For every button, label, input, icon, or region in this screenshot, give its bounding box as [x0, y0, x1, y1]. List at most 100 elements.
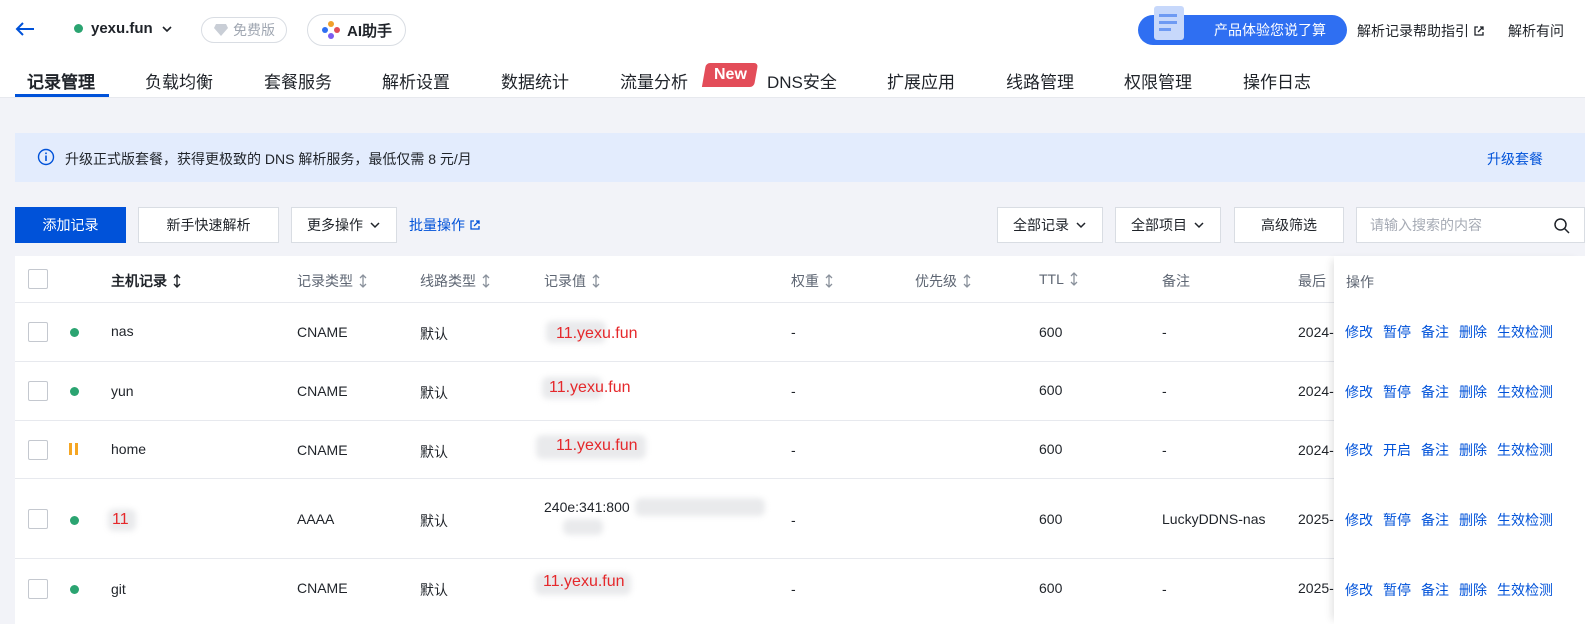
tab-operation-log[interactable]: 操作日志: [1243, 68, 1311, 93]
remark-link[interactable]: 备注: [1421, 440, 1449, 460]
ai-sparkle-icon: [321, 21, 340, 39]
check-link[interactable]: 生效检测: [1497, 382, 1553, 402]
remark-link[interactable]: 备注: [1421, 580, 1449, 600]
column-operations: 操作: [1346, 274, 1374, 290]
tab-packages[interactable]: 套餐服务: [264, 68, 332, 93]
edit-link[interactable]: 修改: [1345, 382, 1373, 402]
delete-link[interactable]: 删除: [1459, 580, 1487, 600]
check-link[interactable]: 生效检测: [1497, 440, 1553, 460]
edit-link[interactable]: 修改: [1345, 440, 1373, 460]
batch-actions-link[interactable]: 批量操作: [409, 215, 481, 235]
row-checkbox[interactable]: [28, 440, 48, 460]
row-checkbox[interactable]: [28, 509, 48, 529]
feedback-promo-button[interactable]: 产品体验您说了算: [1138, 6, 1347, 45]
tab-dns-security[interactable]: DNS安全: [767, 68, 837, 93]
column-last-modified: 最后: [1298, 273, 1326, 289]
delete-link[interactable]: 删除: [1459, 440, 1487, 460]
edit-link[interactable]: 修改: [1345, 580, 1373, 600]
plan-badge-label: 免费版: [233, 22, 275, 38]
remark-cell: LuckyDDNS-nas: [1162, 511, 1266, 527]
plan-badge: 免费版: [201, 17, 287, 43]
column-priority[interactable]: 优先级: [915, 271, 971, 291]
delete-link[interactable]: 删除: [1459, 510, 1487, 530]
last-modified-cell: 2024-: [1298, 442, 1334, 458]
check-link[interactable]: 生效检测: [1497, 510, 1553, 530]
new-badge-label: New: [713, 66, 747, 83]
tab-permissions[interactable]: 权限管理: [1124, 68, 1192, 93]
tab-records[interactable]: 记录管理: [27, 68, 95, 93]
row-actions: 修改 暂停 备注 删除 生效检测: [1345, 580, 1553, 600]
delete-link[interactable]: 删除: [1459, 382, 1487, 402]
tab-parse-settings[interactable]: 解析设置: [382, 68, 450, 93]
delete-link[interactable]: 删除: [1459, 322, 1487, 342]
column-priority-label: 优先级: [915, 273, 957, 289]
pause-link[interactable]: 暂停: [1383, 322, 1411, 342]
tab-load-balance[interactable]: 负载均衡: [145, 68, 213, 93]
upgrade-plan-link[interactable]: 升级套餐: [1487, 149, 1543, 169]
record-filter-label: 全部记录: [1013, 217, 1069, 233]
column-type[interactable]: 记录类型: [297, 271, 367, 291]
project-filter-dropdown[interactable]: 全部项目: [1115, 207, 1221, 243]
value-cell: 11.yexu.fun: [549, 379, 631, 396]
record-filter-dropdown[interactable]: 全部记录: [997, 207, 1103, 243]
tab-traffic-analysis[interactable]: 流量分析: [620, 68, 688, 93]
remark-link[interactable]: 备注: [1421, 382, 1449, 402]
row-checkbox[interactable]: [28, 381, 48, 401]
more-actions-dropdown[interactable]: 更多操作: [291, 207, 397, 243]
domain-selector[interactable]: yexu.fun: [74, 20, 173, 37]
select-all-checkbox[interactable]: [28, 269, 48, 289]
upgrade-notice: 升级正式版套餐，获得更极致的 DNS 解析服务，最低仅需 8 元/月 升级套餐: [15, 133, 1585, 182]
pause-link[interactable]: 暂停: [1383, 580, 1411, 600]
pause-link[interactable]: 暂停: [1383, 382, 1411, 402]
column-line[interactable]: 线路类型: [420, 271, 490, 291]
column-weight[interactable]: 权重: [791, 271, 833, 291]
back-arrow-icon[interactable]: [14, 18, 36, 40]
column-line-label: 线路类型: [420, 273, 476, 289]
help-guide-link[interactable]: 解析记录帮助指引: [1357, 21, 1485, 41]
value-cell: 11.yexu.fun: [556, 437, 638, 454]
last-modified-cell: 2025-: [1298, 580, 1334, 596]
new-badge: New: [701, 63, 759, 87]
weight-cell: -: [791, 512, 796, 528]
edit-link[interactable]: 修改: [1345, 322, 1373, 342]
tab-statistics[interactable]: 数据统计: [501, 68, 569, 93]
quick-parse-button[interactable]: 新手快速解析: [138, 207, 279, 243]
help-faq-link[interactable]: 解析有问: [1508, 21, 1564, 41]
ttl-cell: 600: [1039, 511, 1063, 527]
remark-cell: -: [1162, 383, 1167, 399]
column-ttl[interactable]: TTL: [1039, 271, 1078, 287]
search-icon[interactable]: [1553, 217, 1571, 235]
ai-assistant-label: AI助手: [346, 22, 392, 40]
weight-cell: -: [791, 324, 796, 340]
advanced-filter-button[interactable]: 高级筛选: [1234, 207, 1344, 243]
add-record-button[interactable]: 添加记录: [15, 207, 126, 243]
batch-actions-label: 批量操作: [409, 217, 465, 233]
line-cell: 默认: [420, 385, 448, 401]
search-input[interactable]: [1357, 208, 1537, 242]
column-type-label: 记录类型: [297, 273, 353, 289]
row-checkbox[interactable]: [28, 322, 48, 342]
tab-line-management[interactable]: 线路管理: [1006, 68, 1074, 93]
domain-name: yexu.fun: [91, 20, 153, 37]
remark-link[interactable]: 备注: [1421, 510, 1449, 530]
sort-icon: [592, 274, 600, 288]
check-link[interactable]: 生效检测: [1497, 322, 1553, 342]
project-filter-label: 全部项目: [1131, 217, 1187, 233]
more-actions-label: 更多操作: [307, 217, 363, 233]
tab-extensions[interactable]: 扩展应用: [887, 68, 955, 93]
host-cell: git: [111, 581, 126, 597]
value-cell: 11.yexu.fun: [543, 573, 625, 590]
row-actions: 修改 暂停 备注 删除 生效检测: [1345, 382, 1553, 402]
chevron-down-icon: [162, 25, 172, 32]
column-host[interactable]: 主机记录: [111, 271, 181, 291]
pause-link[interactable]: 暂停: [1383, 510, 1411, 530]
redacted-blur: [563, 519, 603, 535]
edit-link[interactable]: 修改: [1345, 510, 1373, 530]
check-link[interactable]: 生效检测: [1497, 580, 1553, 600]
column-value[interactable]: 记录值: [544, 271, 600, 291]
enable-link[interactable]: 开启: [1383, 440, 1411, 460]
host-cell: nas: [111, 323, 134, 339]
row-checkbox[interactable]: [28, 579, 48, 599]
ai-assistant-button[interactable]: AI助手: [307, 14, 406, 46]
remark-link[interactable]: 备注: [1421, 322, 1449, 342]
